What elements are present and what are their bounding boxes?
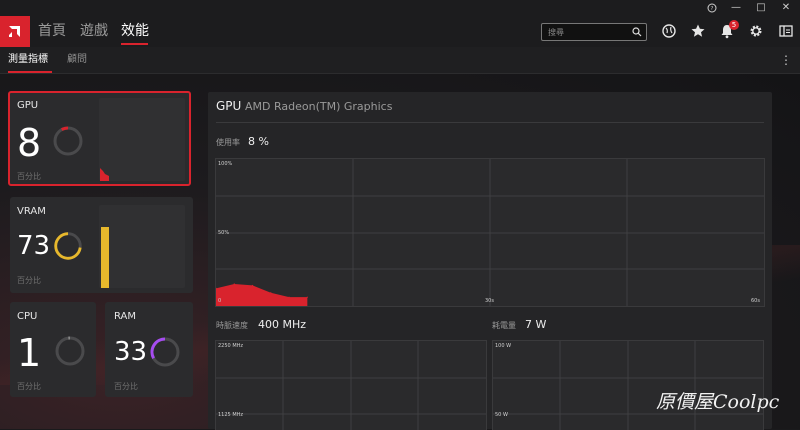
gpu-mini-chart [99,98,185,181]
sub-navigation [0,47,800,74]
power-label: 耗電量 [492,320,516,331]
usage-y-top-label: 100% [218,161,232,167]
minimize-button[interactable]: — [725,0,747,16]
cpu-card-unit: 百分比 [17,381,41,392]
gear-icon[interactable] [746,21,766,41]
globe-icon[interactable] [659,21,679,41]
cpu-card-label: CPU [17,311,37,322]
clock-y-top-label: 2250 MHz [218,343,243,349]
help-icon[interactable]: ? [701,0,723,16]
usage-data-point [307,297,308,298]
vram-mini-chart [99,205,185,288]
active-tab-underline [121,43,148,45]
ram-card-value: 33 [114,339,147,365]
close-button[interactable]: ✕ [775,0,797,16]
vram-card-value: 73 [17,233,50,259]
star-icon[interactable] [688,21,708,41]
clock-y-mid-label: 1125 MHz [218,412,243,418]
panel-layout-icon[interactable] [776,21,796,41]
search-input[interactable] [548,25,626,39]
usage-data-point [252,285,253,286]
power-value: 7 W [525,318,546,331]
svg-text:?: ? [711,6,714,12]
search-icon[interactable] [632,27,642,37]
gpu-card-unit: 百分比 [17,171,41,182]
gpu-usage-gauge [50,123,86,159]
power-y-mid-label: 50 W [495,412,508,418]
usage-label: 使用率 [216,137,240,148]
ram-card-label: RAM [114,311,136,322]
maximize-button[interactable]: □ [750,0,772,16]
gpu-gauge-track [55,128,81,154]
more-options-icon[interactable]: ⋮ [780,52,790,68]
power-chart: 100 W 50 W [492,340,764,430]
panel-title: GPU [216,99,241,113]
tab-metrics[interactable]: 測量指標 [8,47,48,73]
usage-x-end-label: 60s [751,298,760,304]
tab-games[interactable]: 遊戲 [80,16,108,47]
gpu-card-label: GPU [17,100,38,111]
usage-data-point [234,283,235,284]
notification-badge: 5 [729,20,739,30]
usage-value: 8 % [248,135,269,148]
clock-chart: 2250 MHz 1125 MHz [215,340,487,430]
vram-card-label: VRAM [17,206,46,217]
panel-device-name: AMD Radeon(TM) Graphics [245,100,392,113]
usage-area-series [216,284,307,306]
usage-chart: 100% 50% 0 30s 60s [215,158,765,307]
cpu-usage-gauge [52,333,88,369]
ram-card-unit: 百分比 [114,381,138,392]
tab-home[interactable]: 首頁 [38,16,66,47]
coolpc-watermark: 原價屋Coolpc [656,388,779,416]
gpu-card-value: 8 [17,124,41,162]
usage-y-bottom-label: 0 [218,298,221,304]
active-subtab-underline [8,71,52,73]
tab-advisor[interactable]: 顧問 [67,47,87,73]
main-navigation [0,16,800,47]
panel-divider [216,122,764,123]
title-bar [0,0,800,16]
cpu-card-value: 1 [17,334,41,372]
gpu-gauge-arc [62,128,68,130]
watermark-text: 原價屋Coolpc [656,391,779,413]
usage-data-point [270,292,271,293]
vram-usage-gauge [51,229,85,263]
clock-label: 時脈速度 [216,320,248,331]
usage-chart-canvas [216,159,764,306]
usage-x-mid-label: 30s [485,298,494,304]
vram-card-unit: 百分比 [17,275,41,286]
amd-logo [0,16,30,47]
usage-y-mid-label: 50% [218,230,229,236]
cpu-gauge-track [57,338,83,364]
clock-value: 400 MHz [258,318,306,331]
search-box[interactable] [541,23,647,41]
ram-usage-gauge [147,334,183,370]
power-y-top-label: 100 W [495,343,511,349]
usage-data-point [288,297,289,298]
